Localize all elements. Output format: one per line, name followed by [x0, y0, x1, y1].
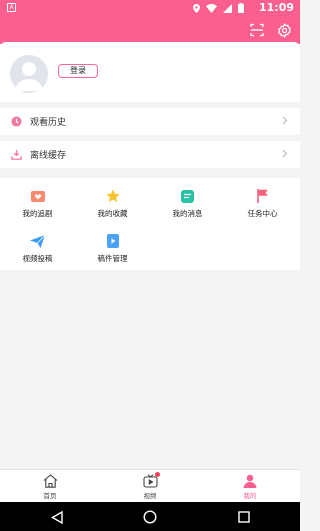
grid-item-manuscript-management[interactable]: 稿件管理 [75, 233, 150, 264]
default-avatar-icon [15, 62, 43, 91]
menu-item-label: 离线缓存 [30, 151, 67, 161]
grid-item-task-center[interactable]: 任务中心 [225, 188, 300, 219]
scan-button[interactable] [248, 21, 266, 39]
menu-item-label: 观看历史 [30, 118, 67, 128]
system-nav-bar [0, 502, 300, 531]
settings-button[interactable] [275, 21, 293, 39]
flag-icon [256, 189, 268, 203]
location-icon [193, 3, 200, 13]
avatar[interactable] [10, 55, 48, 93]
person-icon [243, 474, 257, 488]
menu-item-offline-cache[interactable]: 离线缓存 [0, 141, 300, 168]
status-time: 11:09 [258, 1, 294, 14]
home-icon [43, 474, 57, 488]
profile-header [0, 16, 300, 44]
tab-video[interactable]: 视频 [130, 472, 170, 500]
bottom-tab-bar: 首页 视频 我的 [0, 470, 300, 502]
notification-badge [155, 472, 160, 477]
signal-icon [223, 3, 232, 13]
login-button[interactable]: 登录 [58, 64, 98, 78]
status-bar: A 11:09 [0, 0, 300, 16]
recents-icon [238, 511, 250, 523]
heart-tv-icon [30, 191, 45, 202]
wifi-icon [206, 3, 217, 13]
download-icon [10, 149, 22, 160]
profile-card [0, 42, 300, 102]
app-indicator: A [7, 3, 16, 12]
tab-home[interactable]: 首页 [30, 473, 70, 500]
send-icon [30, 234, 45, 248]
video-file-icon [106, 234, 119, 248]
grid-item-my-messages[interactable]: 我的消息 [150, 188, 225, 219]
chevron-right-icon [282, 116, 292, 128]
tab-mine[interactable]: 我的 [230, 473, 270, 500]
star-icon [106, 189, 119, 202]
settings-icon [277, 22, 291, 38]
scan-icon [250, 23, 264, 37]
menu-item-watch-history[interactable]: 观看历史 [0, 108, 300, 135]
feature-grid: 我的追剧 我的收藏 我的消息 任务中心 视频投稿 稿件管理 [0, 178, 300, 270]
grid-item-my-favorites[interactable]: 我的收藏 [75, 188, 150, 219]
home-circle-icon [143, 510, 157, 524]
recents-button[interactable] [236, 509, 252, 525]
grid-item-video-upload[interactable]: 视频投稿 [0, 233, 75, 264]
back-icon [51, 510, 63, 524]
battery-icon [238, 3, 244, 13]
message-icon [181, 189, 194, 203]
chevron-right-icon [282, 149, 292, 161]
home-button[interactable] [142, 509, 158, 525]
clock-icon [10, 116, 22, 127]
back-button[interactable] [49, 509, 65, 525]
grid-item-my-series[interactable]: 我的追剧 [0, 188, 75, 219]
